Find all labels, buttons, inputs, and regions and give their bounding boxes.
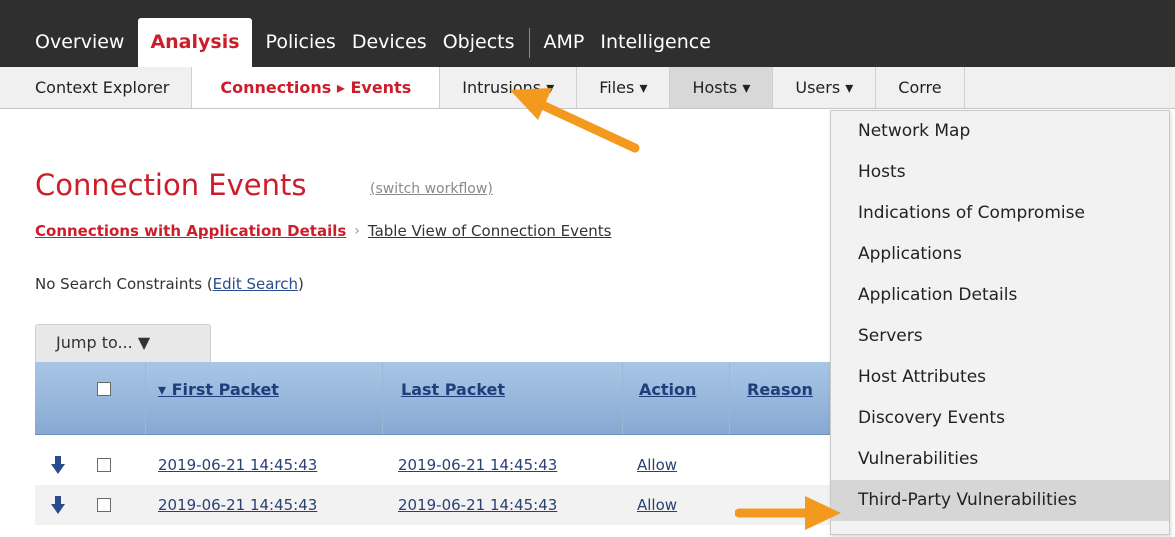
- action-cell[interactable]: Allow: [637, 445, 677, 485]
- hosts-dropdown-menu: Network Map Hosts Indications of Comprom…: [830, 110, 1170, 535]
- search-constraints: No Search Constraints (Edit Search): [35, 275, 304, 293]
- constraints-suffix: ): [298, 275, 304, 293]
- tab-analysis[interactable]: Analysis: [138, 18, 252, 67]
- tab-amp[interactable]: AMP: [536, 18, 593, 67]
- top-nav-tabs: Overview Analysis Policies Devices Objec…: [0, 18, 719, 67]
- column-reason[interactable]: Reason: [747, 362, 813, 417]
- menu-item-vulnerabilities[interactable]: Vulnerabilities: [831, 439, 1169, 480]
- table-row: 2019-06-21 14:45:43 2019-06-21 14:45:43 …: [35, 485, 835, 525]
- column-divider: [729, 362, 730, 435]
- drill-down-icon[interactable]: [51, 496, 65, 514]
- edit-search-link[interactable]: Edit Search: [213, 275, 298, 293]
- column-divider: [145, 362, 146, 435]
- breadcrumb-separator: ›: [354, 223, 360, 239]
- top-nav-bar: Overview Analysis Policies Devices Objec…: [0, 0, 1175, 67]
- menu-item-host-attributes[interactable]: Host Attributes: [831, 357, 1169, 398]
- first-packet-cell[interactable]: 2019-06-21 14:45:43: [158, 445, 317, 485]
- action-cell[interactable]: Allow: [637, 485, 677, 525]
- subnav-users[interactable]: Users ▾: [773, 67, 877, 108]
- tab-devices[interactable]: Devices: [344, 18, 435, 67]
- constraints-prefix: No Search Constraints (: [35, 275, 213, 293]
- top-nav-divider: [528, 28, 530, 58]
- row-checkbox[interactable]: [97, 498, 111, 512]
- tab-overview[interactable]: Overview: [0, 18, 132, 67]
- menu-item-network-map[interactable]: Network Map: [831, 111, 1169, 152]
- column-divider: [622, 362, 623, 435]
- breadcrumb-table-view-link[interactable]: Table View of Connection Events: [368, 222, 612, 240]
- breadcrumb-current-workflow[interactable]: Connections with Application Details: [35, 222, 346, 240]
- subnav-correlation[interactable]: Corre: [876, 67, 965, 108]
- menu-item-hosts[interactable]: Hosts: [831, 152, 1169, 193]
- menu-item-indications-of-compromise[interactable]: Indications of Compromise: [831, 193, 1169, 234]
- table-header: ▾ First Packet Last Packet Action Reason: [35, 362, 835, 435]
- tab-intelligence[interactable]: Intelligence: [592, 18, 719, 67]
- menu-item-application-details[interactable]: Application Details: [831, 275, 1169, 316]
- switch-workflow-link[interactable]: (switch workflow): [370, 181, 493, 197]
- subnav-context-explorer[interactable]: Context Explorer: [0, 67, 193, 108]
- tab-objects[interactable]: Objects: [435, 18, 523, 67]
- table-row: 2019-06-21 14:45:43 2019-06-21 14:45:43 …: [35, 445, 835, 485]
- tab-policies[interactable]: Policies: [258, 18, 344, 67]
- menu-item-third-party-vulnerabilities[interactable]: Third-Party Vulnerabilities: [831, 480, 1169, 521]
- menu-item-discovery-events[interactable]: Discovery Events: [831, 398, 1169, 439]
- page-title: Connection Events: [35, 168, 307, 202]
- column-last-packet[interactable]: Last Packet: [401, 362, 505, 417]
- drill-down-icon[interactable]: [51, 456, 65, 474]
- annotation-arrow-icon: [510, 88, 640, 153]
- column-action[interactable]: Action: [639, 362, 696, 417]
- jump-to-dropdown[interactable]: Jump to... ▼: [35, 324, 211, 362]
- select-all-checkbox[interactable]: [97, 382, 111, 396]
- last-packet-cell[interactable]: 2019-06-21 14:45:43: [398, 445, 557, 485]
- subnav-hosts[interactable]: Hosts ▾: [670, 67, 774, 108]
- column-first-packet[interactable]: ▾ First Packet: [158, 362, 279, 417]
- annotation-arrow-icon: [735, 496, 841, 530]
- subnav-connections-events[interactable]: Connections ▸ Events: [192, 67, 441, 108]
- menu-item-applications[interactable]: Applications: [831, 234, 1169, 275]
- last-packet-cell[interactable]: 2019-06-21 14:45:43: [398, 485, 557, 525]
- first-packet-cell[interactable]: 2019-06-21 14:45:43: [158, 485, 317, 525]
- row-checkbox[interactable]: [97, 458, 111, 472]
- column-divider: [382, 362, 383, 435]
- menu-item-servers[interactable]: Servers: [831, 316, 1169, 357]
- breadcrumb: Connections with Application Details › T…: [35, 222, 611, 240]
